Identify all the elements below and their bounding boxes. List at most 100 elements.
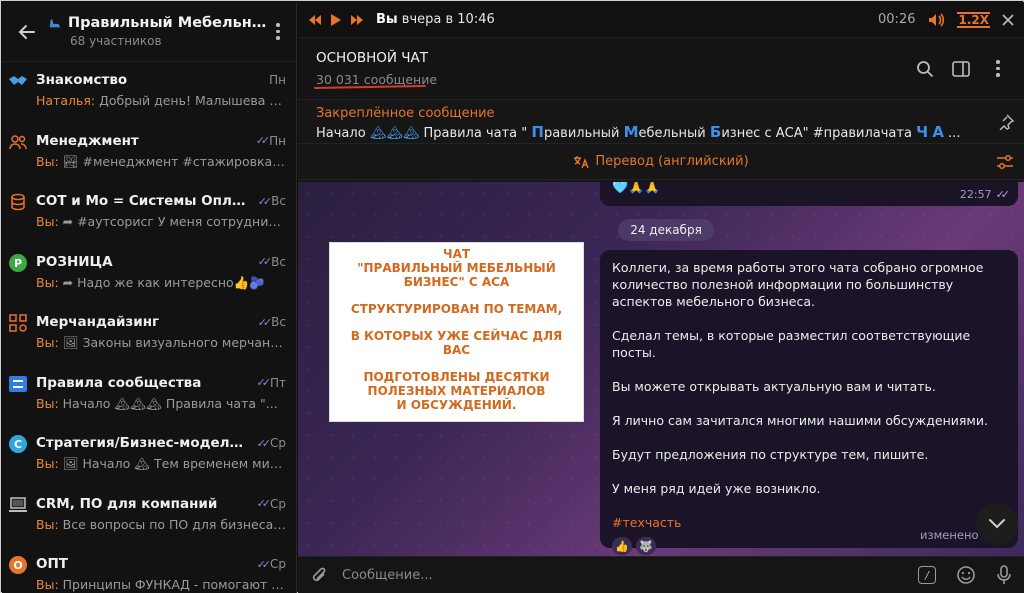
topic-item[interactable]: O ОПТ ✓✓ Ср Вы: Принципы ФУНКАД - помога… bbox=[2, 546, 296, 593]
sliders-icon[interactable] bbox=[996, 154, 1014, 170]
topic-name: ОПТ bbox=[36, 556, 68, 572]
topic-preview-line: Наталья: Добрый день! Малышева На... bbox=[36, 93, 286, 108]
topic-item[interactable]: Менеджмент ✓✓ Пн Вы: 🏞 #менеджмент #стаж… bbox=[2, 123, 296, 184]
read-check-icon: ✓✓ bbox=[257, 255, 273, 268]
topic-item[interactable]: CRM, ПО для компаний ✓✓ Ср Вы: Все вопро… bbox=[2, 486, 296, 547]
translate-label: Перевод (английский) bbox=[595, 154, 749, 169]
topic-author: Вы: bbox=[36, 214, 59, 229]
overlay-text-line: СТРУКТУРИРОВАН ПО ТЕМАМ, bbox=[350, 302, 563, 316]
grid-icon bbox=[8, 313, 28, 333]
pinned-part: Начало bbox=[316, 126, 370, 141]
player-when: вчера в 10:46 bbox=[397, 12, 495, 27]
topic-name: СОТ и Мо = Системы Оплаты Тр... bbox=[36, 193, 251, 209]
topic-name: РОЗНИЦА bbox=[36, 253, 113, 270]
pinned-part: равильный bbox=[543, 126, 624, 141]
topic-preview-line: Вы: 🏞 #менеджмент #стажировка #к... bbox=[36, 154, 286, 170]
handshake-icon bbox=[8, 71, 28, 91]
attach-icon[interactable] bbox=[310, 565, 328, 585]
overlay-text-line: В КОТОРЫХ УЖЕ СЕЙЧАС ДЛЯ ВАС bbox=[350, 329, 563, 357]
topic-item[interactable]: СОТ и Мо = Системы Оплаты Тр... ✓✓ Вс Вы… bbox=[2, 183, 296, 244]
close-icon[interactable] bbox=[1002, 13, 1014, 26]
pinned-part: ебельный bbox=[638, 126, 710, 141]
topic-item[interactable]: С Стратегия/Бизнес-модель/Ма... ✓✓ Ср Вы… bbox=[2, 425, 296, 486]
group-members-count: 68 участников bbox=[70, 34, 162, 48]
scroll-down-button[interactable] bbox=[976, 503, 1018, 545]
volume-icon[interactable] bbox=[927, 12, 945, 28]
topic-time: Пн bbox=[269, 73, 286, 87]
svg-text:P: P bbox=[14, 257, 22, 270]
translate-icon bbox=[574, 155, 589, 168]
message-paragraph: Сделал темы, в которые разместил соответ… bbox=[612, 328, 971, 360]
rules-icon bbox=[8, 374, 28, 394]
chat-header: ОСНОВНОЙ ЧАТ 30 031 сообщение bbox=[298, 38, 1024, 100]
arrow-left-icon bbox=[18, 24, 35, 39]
topic-item[interactable]: P РОЗНИЦА ✓✓ Вс Вы: ➦ Надо же как интере… bbox=[2, 244, 296, 305]
topic-preview-line: Вы: ➦ Надо же как интересно👍🫐 bbox=[36, 275, 286, 291]
group-info[interactable]: Правильный Мебельный ... 68 участников bbox=[48, 15, 268, 48]
topic-time: Вс bbox=[271, 315, 286, 329]
back-button[interactable] bbox=[14, 19, 40, 45]
topics-sidebar: Правильный Мебельный ... 68 участников З… bbox=[2, 2, 297, 593]
topic-name: Знакомство bbox=[36, 72, 128, 88]
topic-author: Вы: bbox=[36, 153, 59, 169]
rewind-icon[interactable] bbox=[308, 14, 322, 26]
composer-bar: Сообщение... / bbox=[298, 556, 1024, 593]
app-window: Правильный Мебельный ... 68 участников З… bbox=[0, 0, 1024, 593]
message-input[interactable]: Сообщение... bbox=[342, 568, 918, 583]
topic-name: Мерчандайзинг bbox=[36, 314, 160, 330]
letter-emoji: Б bbox=[709, 123, 722, 141]
pinned-text: Начало 🏔🏔🏔 Правила чата " Правильный Меб… bbox=[316, 123, 1006, 141]
pinned-message-bar[interactable]: Закреплённое сообщение Начало 🏔🏔🏔 Правил… bbox=[298, 100, 1024, 144]
topic-author: Вы: bbox=[36, 274, 59, 290]
message-area[interactable]: 🩵🙏🙏 22:57 ✓✓ 24 декабря ЧАТ "ПРАВИЛЬНЫЙ МЕ… bbox=[298, 182, 1024, 557]
topic-time: Вс bbox=[271, 254, 286, 269]
player-author: Вы bbox=[376, 12, 398, 27]
playback-speed-button[interactable]: 1.2X bbox=[957, 11, 990, 28]
previous-reactions[interactable]: 🩵🙏🙏 bbox=[612, 182, 661, 195]
topic-item[interactable]: Мерчандайзинг ✓✓ Вс Вы: 🖼 Законы визуаль… bbox=[2, 304, 296, 365]
chevron-down-icon bbox=[989, 519, 1005, 529]
topic-time: Ср bbox=[270, 436, 286, 450]
microphone-icon[interactable] bbox=[996, 565, 1012, 585]
letter-emoji: Ч bbox=[916, 123, 929, 141]
strategy-icon: С bbox=[8, 434, 28, 454]
mountain-emoji: 🏔🏔🏔 bbox=[369, 126, 420, 141]
pinned-label: Закреплённое сообщение bbox=[316, 106, 495, 121]
sidebar-toggle-icon[interactable] bbox=[952, 60, 970, 77]
group-logo-icon bbox=[49, 19, 61, 28]
topic-preview-line: Вы: 🖼 Законы визуального мерчанд... bbox=[36, 335, 286, 351]
topic-name: CRM, ПО для компаний bbox=[36, 495, 218, 512]
player-track-info[interactable]: Вы вчера в 10:46 bbox=[376, 12, 495, 27]
overlay-text-line: ЧАТ bbox=[442, 247, 471, 261]
chat-title-block[interactable]: ОСНОВНОЙ ЧАТ 30 031 сообщение bbox=[316, 50, 437, 87]
fast-forward-icon[interactable] bbox=[350, 14, 364, 26]
sidebar-menu-button[interactable] bbox=[268, 19, 288, 45]
reaction-thumbs-up[interactable]: 👍 bbox=[612, 537, 632, 555]
translate-bar[interactable]: Перевод (английский) bbox=[298, 144, 1024, 180]
topic-preview-line: Вы: 🖼 Начало 🏔 Тем временем мир... bbox=[36, 456, 286, 472]
pin-icon[interactable] bbox=[998, 114, 1014, 130]
bot-command-icon[interactable]: / bbox=[918, 566, 936, 584]
overlay-spacer bbox=[338, 357, 575, 370]
topic-preview: Принципы ФУНКАД - помогают вы... bbox=[58, 577, 286, 592]
overlay-spacer bbox=[338, 316, 575, 329]
message-bubble[interactable]: Коллеги, за время работы этого чата собр… bbox=[600, 250, 1018, 555]
play-icon[interactable] bbox=[330, 13, 342, 27]
overlay-text-line: И ОБСУЖДЕНИЙ. bbox=[396, 398, 517, 412]
promo-overlay-box: ЧАТ "ПРАВИЛЬНЫЙ МЕБЕЛЬНЫЙ БИЗНЕС" С АСА СТР… bbox=[329, 242, 584, 422]
read-check-icon: ✓✓ bbox=[995, 188, 1011, 201]
previous-message-bubble[interactable]: 🩵🙏🙏 22:57 ✓✓ bbox=[600, 182, 1018, 206]
topic-item[interactable]: Знакомство Пн Наталья: Добрый день! Малы… bbox=[2, 62, 296, 123]
pinned-part: Правила чата " bbox=[419, 126, 532, 141]
player-time: 00:26 bbox=[878, 12, 916, 27]
chat-title: ОСНОВНОЙ ЧАТ bbox=[316, 50, 428, 66]
search-icon[interactable] bbox=[916, 60, 934, 78]
topic-item[interactable]: Правила сообщества ✓✓ Пт Вы: Начало 🏔🏔🏔 … bbox=[2, 365, 296, 426]
chat-menu-button[interactable] bbox=[988, 56, 1008, 82]
laptop-icon bbox=[8, 495, 28, 515]
pinned-part: изнес с АСА" #правилачата bbox=[721, 126, 917, 141]
reaction-wolf[interactable]: 🐺 bbox=[636, 537, 656, 555]
emoji-icon[interactable] bbox=[956, 565, 976, 585]
previous-time: 22:57 ✓✓ bbox=[960, 188, 1011, 201]
group-title: Правильный Мебельный ... bbox=[68, 15, 268, 31]
